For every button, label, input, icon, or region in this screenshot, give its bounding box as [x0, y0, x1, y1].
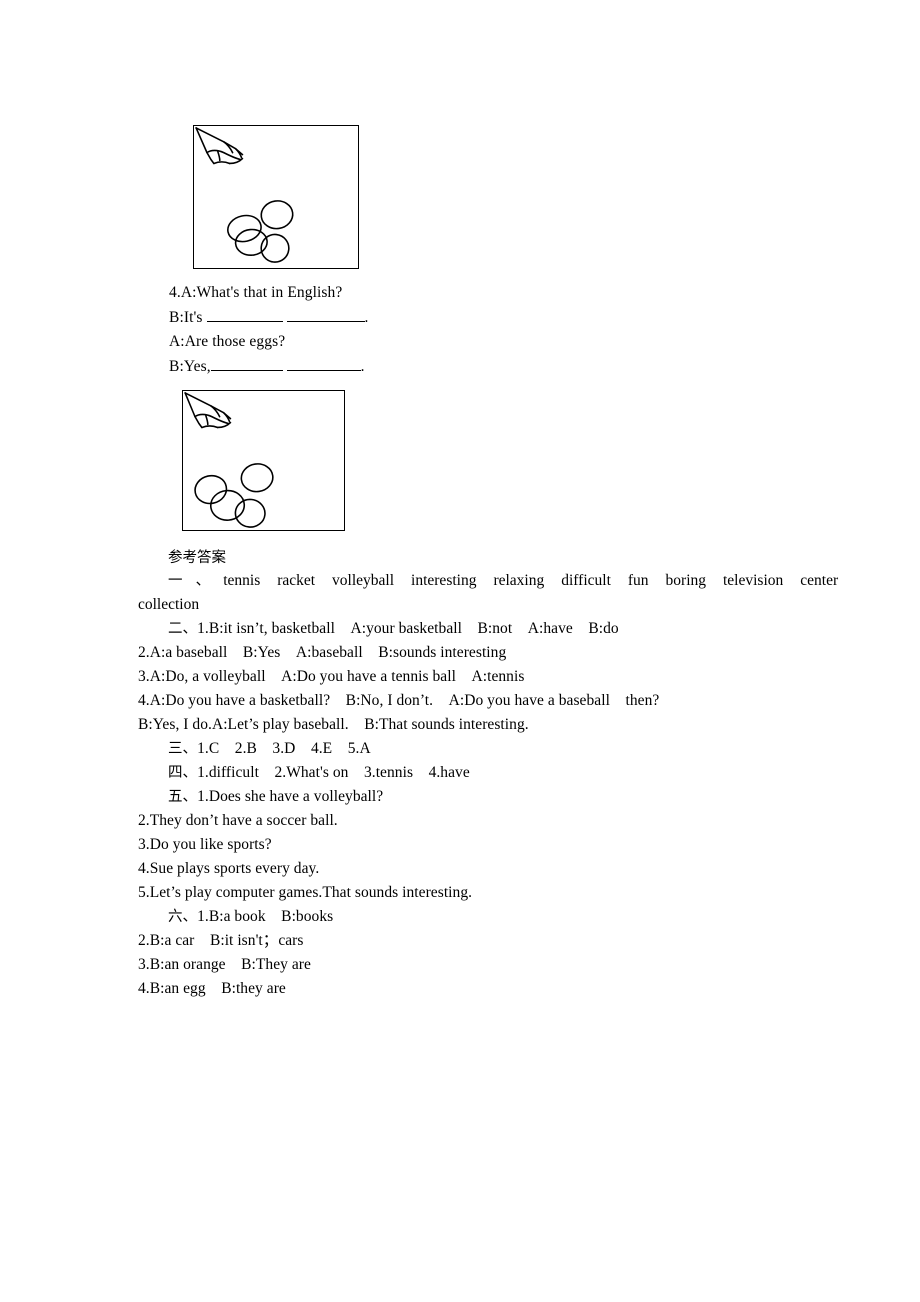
answer-section-5-line-3: 3.Do you like sports?	[138, 836, 272, 853]
answer-section-2-line-5: B:Yes, I do.A:Let’s play baseball. B:Tha…	[138, 716, 529, 733]
egg-shapes	[194, 463, 274, 528]
section-label-5: 五、	[168, 789, 198, 805]
section-label-2: 二、	[168, 621, 198, 637]
answer-key-heading: 参考答案	[168, 550, 226, 566]
answer-section-1: 一、tennis racket volleyball interesting r…	[138, 569, 838, 593]
section-1-word-4: difficult	[561, 572, 611, 589]
answer-section-6-line-4: 4.B:an egg B:they are	[138, 980, 286, 997]
question-4-line-a2: A:Are those eggs?	[169, 333, 286, 350]
fill-in-blank[interactable]	[286, 309, 365, 322]
document-page: 4.A:What's that in English? B:It's . A:A…	[0, 0, 920, 1302]
section-3-text-1: 1.C 2.B 3.D 4.E 5.A	[197, 740, 371, 757]
answer-section-3-line-1: 三、1.C 2.B 3.D 4.E 5.A	[138, 737, 838, 761]
answer-section-2-line-2: 2.A:a baseball B:Yes A:baseball B:sounds…	[138, 644, 507, 661]
section-4-text-1: 1.difficult 2.What's on 3.tennis 4.have	[197, 764, 470, 781]
fill-in-blank[interactable]	[206, 309, 283, 322]
egg-shapes	[227, 200, 294, 263]
answer-section-4-line-1: 四、1.difficult 2.What's on 3.tennis 4.hav…	[138, 761, 838, 785]
eggs-illustration-2	[184, 392, 274, 528]
section-1-word-7: television	[722, 572, 784, 589]
section-2-text-1: 1.B:it isn’t, basketball A:your basketba…	[197, 620, 619, 637]
answer-section-5-line-2: 2.They don’t have a soccer ball.	[138, 812, 338, 829]
pointing-hand-icon	[195, 127, 244, 165]
answer-section-5-line-4: 4.Sue plays sports every day.	[138, 860, 320, 877]
answer-suffix: .	[364, 309, 369, 326]
section-label-1: 一、	[168, 573, 224, 589]
section-1-word-6: boring	[665, 572, 706, 589]
fill-in-blank[interactable]	[286, 358, 361, 371]
answer-section-2-line-1: 二、1.B:it isn’t, basketball A:your basket…	[138, 617, 838, 641]
section-label-3: 三、	[168, 741, 198, 757]
answer-suffix: .	[360, 358, 365, 375]
eggs-picture-1	[193, 125, 359, 269]
answer-prefix: B:Yes,	[169, 358, 211, 375]
answer-prefix: B:It's	[169, 309, 203, 326]
answer-section-2-line-4: 4.A:Do you have a basketball? B:No, I do…	[138, 692, 660, 709]
section-label-4: 四、	[168, 765, 198, 781]
section-label-6: 六、	[168, 909, 198, 925]
section-1-word-2: interesting	[411, 572, 477, 589]
section-1-word-3: relaxing	[493, 572, 545, 589]
answer-section-5-line-5: 5.Let’s play computer games.That sounds …	[138, 884, 473, 901]
pointing-hand-icon	[184, 392, 232, 429]
section-6-text-1: 1.B:a book B:books	[197, 908, 334, 925]
section-1-word-0: tennis racket	[223, 572, 316, 589]
section-1-word-5: fun	[627, 572, 649, 589]
question-4-line-a1: 4.A:What's that in English?	[169, 284, 343, 301]
fill-in-blank[interactable]	[210, 358, 283, 371]
answer-section-6-line-1: 六、1.B:a book B:books	[138, 905, 838, 929]
section-5-text-1: 1.Does she have a volleyball?	[197, 788, 384, 805]
eggs-picture-2	[182, 390, 345, 531]
question-4-line-b1: B:It's .	[169, 309, 369, 326]
section-1-wrapped-word: collection	[138, 596, 200, 613]
answer-section-6-line-3: 3.B:an orange B:They are	[138, 956, 311, 973]
section-1-word-1: volleyball	[332, 572, 395, 589]
section-1-word-8: center	[800, 572, 839, 589]
answer-section-5-line-1: 五、1.Does she have a volleyball?	[138, 785, 838, 809]
question-4-line-b2: B:Yes, .	[169, 358, 365, 375]
answer-key-section: 参考答案 一、tennis racket volleyball interest…	[138, 547, 838, 1001]
answer-section-6-line-2: 2.B:a car B:it isn't；cars	[138, 932, 304, 949]
answer-section-2-line-3: 3.A:Do, a volleyball A:Do you have a ten…	[138, 668, 525, 685]
eggs-illustration-1	[195, 127, 294, 263]
